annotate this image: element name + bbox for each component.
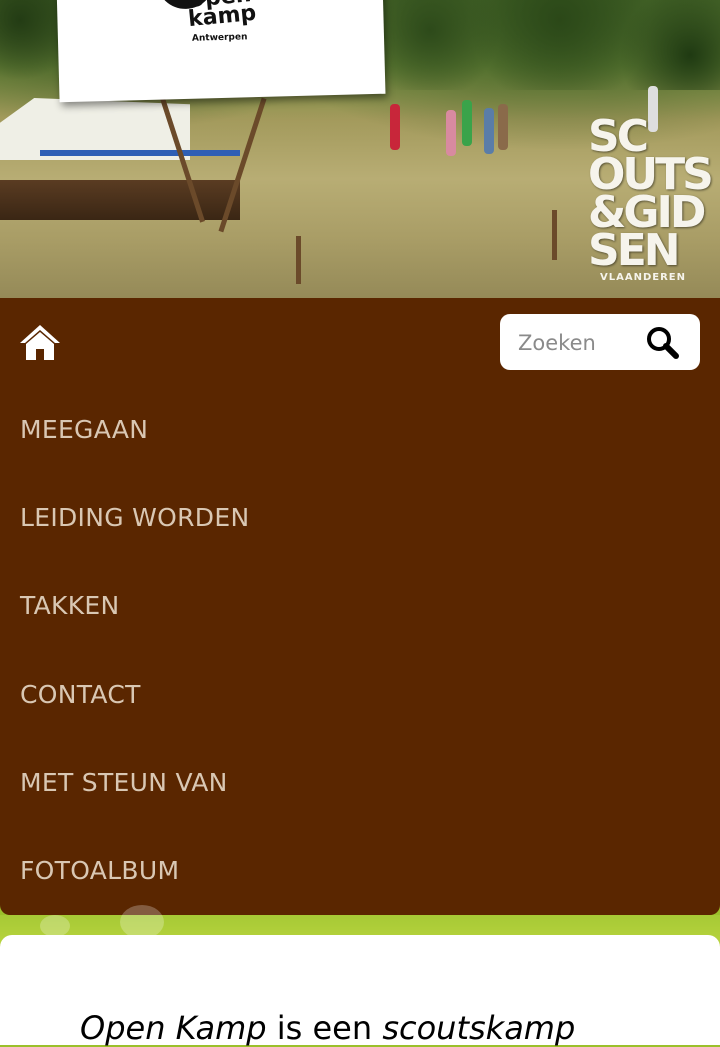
scouts-logo-subtitle: VLAANDEREN [600, 272, 686, 283]
intro-connector: is een [266, 1009, 383, 1047]
nav-item-label: CONTACT [20, 680, 141, 709]
tent-stripe [40, 150, 240, 156]
scouts-en-gidsen-logo: SC OUTS &GID SEN [588, 115, 714, 273]
header-banner: Open kamp Antwerpen SC OUTS &GID SEN VLA… [0, 0, 720, 298]
home-button[interactable] [18, 322, 62, 362]
logo-text: Open kamp [185, 0, 258, 33]
main-navigation: MEEGAAN LEIDING WORDEN TAKKEN CONTACT ME… [0, 298, 720, 915]
person [498, 104, 508, 150]
intro-emphasis: Open Kamp [80, 1009, 267, 1047]
home-icon [20, 325, 60, 360]
nav-item-label: LEIDING WORDEN [20, 503, 250, 532]
nav-item-leiding-worden[interactable]: LEIDING WORDEN [0, 475, 720, 563]
nav-item-contact[interactable]: CONTACT [0, 652, 720, 740]
nav-item-met-steun-van[interactable]: MET STEUN VAN [0, 740, 720, 828]
search-box [500, 314, 700, 370]
wooden-deck [0, 180, 240, 220]
open-kamp-logo: Open kamp Antwerpen [56, 0, 386, 103]
person [462, 100, 472, 146]
nav-item-takken[interactable]: TAKKEN [0, 563, 720, 651]
fence-post [296, 236, 301, 284]
intro-text: Open Kamp is een scoutskamp [80, 1009, 575, 1047]
nav-item-label: MET STEUN VAN [20, 768, 228, 797]
nav-item-label: TAKKEN [20, 591, 120, 620]
search-button[interactable] [642, 324, 686, 360]
person [446, 110, 456, 156]
person [390, 104, 400, 150]
main-content: Open Kamp is een scoutskamp [0, 935, 720, 1047]
search-input[interactable] [516, 322, 630, 364]
logo-line-2: kamp [187, 0, 258, 33]
search-icon [647, 327, 679, 359]
nav-item-label: FOTOALBUM [20, 856, 180, 885]
intro-emphasis: scoutskamp [382, 1009, 576, 1047]
fence-post [552, 210, 557, 260]
decor-bubble [120, 905, 164, 939]
nav-item-label: MEEGAAN [20, 415, 149, 444]
logo-subtitle: Antwerpen [191, 32, 248, 44]
decor-bubble [40, 915, 70, 937]
nav-item-meegaan[interactable]: MEEGAAN [0, 387, 720, 475]
tent-pole [218, 97, 267, 233]
nav-item-fotoalbum[interactable]: FOTOALBUM [0, 828, 720, 916]
person [484, 108, 494, 154]
